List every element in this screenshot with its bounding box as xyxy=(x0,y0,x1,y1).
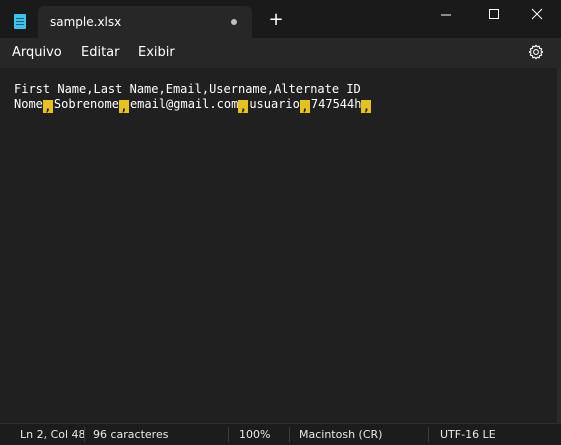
field-4: usuario xyxy=(249,97,300,111)
menu-edit[interactable]: Editar xyxy=(81,45,120,60)
settings-button[interactable] xyxy=(528,44,544,60)
gear-icon xyxy=(528,44,544,60)
encoding[interactable]: UTF-16 LE xyxy=(440,424,496,445)
field-5: 747544h xyxy=(310,97,362,111)
close-button[interactable] xyxy=(515,0,561,30)
field-1: Nome xyxy=(14,97,43,111)
menu-bar: Arquivo Editar Exibir xyxy=(0,38,561,68)
text-editor[interactable]: First Name,Last Name,Email,Username,Alte… xyxy=(0,68,557,423)
notepad-icon xyxy=(14,14,26,29)
maximize-icon xyxy=(489,9,499,19)
status-divider xyxy=(289,427,290,442)
close-icon xyxy=(531,8,543,20)
status-bar: Ln 2, Col 48 96 caracteres 100% Macintos… xyxy=(0,423,561,445)
comma-highlight: , xyxy=(238,100,249,114)
status-divider xyxy=(84,427,85,442)
comma-highlight: , xyxy=(299,100,310,114)
tab-title: sample.xlsx xyxy=(50,15,122,29)
unsaved-dot-icon[interactable] xyxy=(231,19,237,25)
character-count: 96 caracteres xyxy=(93,428,169,441)
comma-highlight: , xyxy=(361,100,372,114)
menu-view[interactable]: Exibir xyxy=(138,45,175,60)
editor-line-2: Nome, Sobrenome, email@gmail.com, usuario, 7… xyxy=(14,97,372,114)
menu-file[interactable]: Arquivo xyxy=(12,45,62,60)
comma-highlight: , xyxy=(42,100,53,114)
status-divider xyxy=(428,427,429,442)
minimize-button[interactable] xyxy=(423,0,469,30)
editor-line-1: First Name,Last Name,Email,Username,Alte… xyxy=(14,82,361,96)
zoom-level[interactable]: 100% xyxy=(239,424,270,445)
line-ending[interactable]: Macintosh (CR) xyxy=(299,424,382,445)
field-2: Sobrenome xyxy=(53,97,119,111)
maximize-button[interactable] xyxy=(470,0,516,30)
comma-highlight: , xyxy=(118,100,129,114)
tab-sample-xlsx[interactable]: sample.xlsx xyxy=(38,6,252,38)
vertical-scrollbar[interactable] xyxy=(557,68,561,423)
cursor-position[interactable]: Ln 2, Col 48 xyxy=(20,424,86,445)
field-3: email@gmail.com xyxy=(129,97,239,111)
status-divider xyxy=(228,427,229,442)
new-tab-button[interactable]: + xyxy=(266,10,286,30)
minimize-icon xyxy=(441,14,451,16)
title-bar: sample.xlsx + xyxy=(0,0,561,38)
